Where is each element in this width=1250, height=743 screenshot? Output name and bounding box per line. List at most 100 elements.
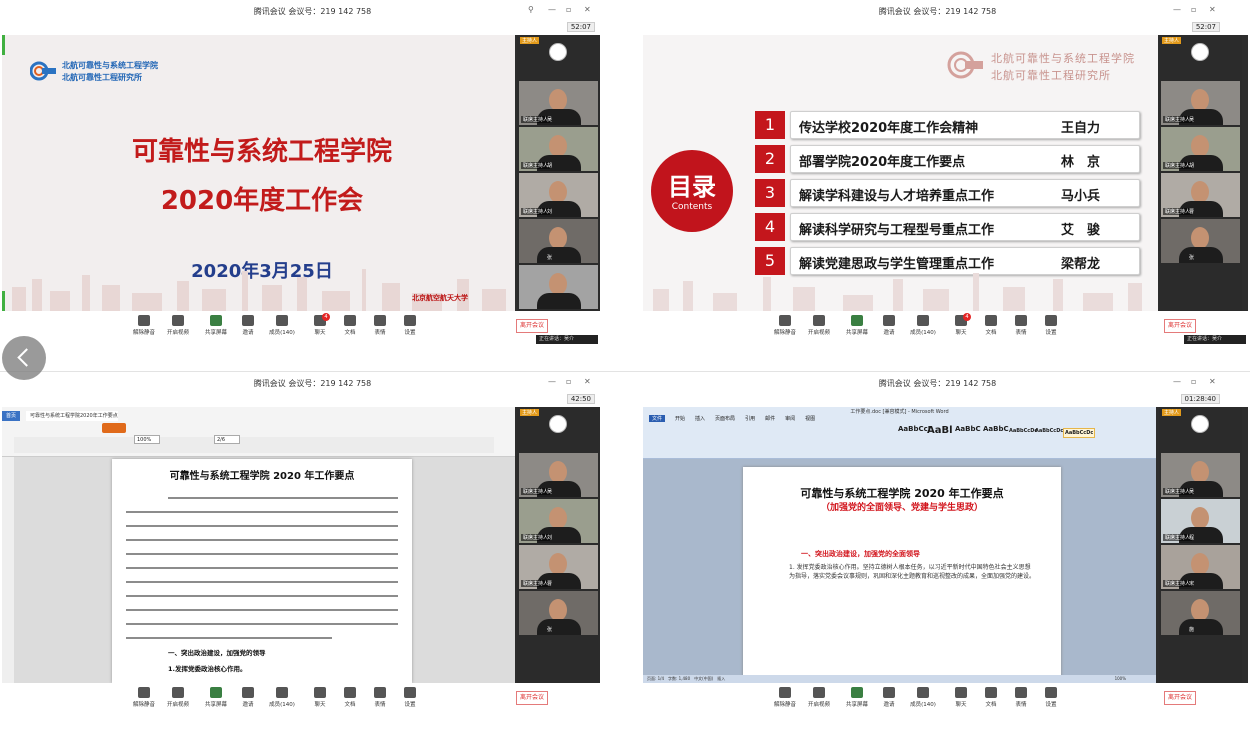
mute-button[interactable]: 解除静音 [769,315,801,336]
settings-button[interactable]: 设置 [394,687,426,708]
leave-meeting-button[interactable]: 离开会议 [516,319,548,333]
video-tile[interactable]: 联席主持人 吴 [1161,453,1240,497]
tab-pdf-document[interactable]: 可靠性与系统工程学院2020年工作要点.pdf [26,411,118,421]
video-button[interactable]: 开启视频 [162,687,194,708]
video-tile-avatar[interactable]: 主持人 [1161,35,1240,79]
style-emphasis[interactable]: AaBbCcDc [1035,428,1063,434]
invite-button[interactable]: 邀请 [873,687,905,708]
chat-button[interactable]: 聊天 [945,687,977,708]
invite-button[interactable]: 邀请 [232,687,264,708]
video-tile[interactable]: 联席主持人 吴 [519,453,598,497]
docs-button[interactable]: 文档 [975,687,1007,708]
video-tile[interactable]: 联席主持人 程 [1161,499,1240,543]
style-normal[interactable]: AaBbCcI [898,425,930,433]
share-screen-button[interactable]: 共享屏幕 [841,315,873,336]
meeting-title: 腾讯会议 会议号：219 142 758 [878,379,997,388]
maximize-icon[interactable]: ▫ [1191,5,1196,14]
share-screen-icon [851,315,863,326]
members-button[interactable]: 成员(140) [907,315,939,336]
invite-button[interactable]: 邀请 [232,315,264,336]
video-button[interactable]: 开启视频 [803,687,835,708]
video-tile[interactable]: 联席主持人 刘 [519,499,598,543]
gear-icon [404,687,416,698]
close-icon[interactable]: ✕ [1209,5,1216,14]
video-tile-avatar[interactable]: 主持人 [519,35,598,79]
video-tile[interactable]: 联席主持人 曹 [1161,173,1240,217]
style-selected[interactable]: AaBbCcDc [1063,428,1096,438]
maximize-icon[interactable]: ▫ [1191,377,1196,386]
docs-button[interactable]: 文档 [975,315,1007,336]
chat-button[interactable]: 4 聊天 [945,313,977,336]
video-button[interactable]: 开启视频 [162,315,194,336]
members-button[interactable]: 成员(140) [907,687,939,708]
invite-button[interactable]: 邀请 [873,315,905,336]
leave-meeting-button[interactable]: 离开会议 [1164,319,1196,333]
emoji-button[interactable]: 表情 [1005,315,1037,336]
chat-button[interactable]: 聊天 [304,687,336,708]
members-button[interactable]: 成员(140) [266,687,298,708]
settings-button[interactable]: 设置 [1035,687,1067,708]
minimize-icon[interactable]: — [1173,377,1181,386]
settings-button[interactable]: 设置 [394,315,426,336]
video-tile[interactable]: 施 [1161,591,1240,635]
video-tile[interactable]: 联席主持人 吴 [1161,81,1240,125]
mute-button[interactable]: 解除静音 [769,687,801,708]
style-heading2[interactable]: AaBbC [955,425,981,433]
tab-layout[interactable]: 页面布局 [715,415,735,422]
chat-button[interactable]: 4 聊天 [304,313,336,336]
video-tile[interactable]: 张 [519,591,598,635]
video-tile-avatar[interactable]: 主持人 [519,407,598,451]
tab-mailings[interactable]: 邮件 [765,415,775,422]
style-heading1[interactable]: AaBl [927,425,953,436]
video-button[interactable]: 开启视频 [803,315,835,336]
video-tile[interactable]: 联席主持人 胡 [1161,127,1240,171]
members-button[interactable]: 成员(140) [266,315,298,336]
video-tile[interactable]: 联席主持人 刘 [519,173,598,217]
pin-icon[interactable]: ⚲ [528,5,534,14]
previous-image-button[interactable] [2,336,46,380]
tab-file[interactable]: 文件 [649,415,666,422]
video-tile[interactable] [519,265,598,309]
minimize-icon[interactable]: — [548,377,556,386]
zoom-input[interactable]: 100% [134,435,160,444]
docs-button[interactable]: 文档 [334,315,366,336]
emoji-button[interactable]: 表情 [364,687,396,708]
tab-review[interactable]: 审阅 [785,415,795,422]
minimize-icon[interactable]: — [548,5,556,14]
tab-home[interactable]: 开始 [675,415,685,422]
maximize-icon[interactable]: ▫ [566,5,571,14]
participant-name: 施 [1189,627,1195,633]
video-tile[interactable]: 联席主持人 宋 [1161,545,1240,589]
video-tile[interactable]: 联席主持人 曹 [519,545,598,589]
docs-button[interactable]: 文档 [334,687,366,708]
video-tile[interactable]: 张 [519,219,598,263]
close-icon[interactable]: ✕ [584,377,591,386]
tab-home[interactable]: 首页 [2,411,21,421]
leave-meeting-button[interactable]: 离开会议 [1164,691,1196,705]
video-tile-avatar[interactable]: 主持人 [1161,407,1240,451]
style-title[interactable]: AaBbC [983,425,1009,433]
mute-button[interactable]: 解除静音 [128,315,160,336]
share-screen-button[interactable]: 共享屏幕 [200,315,232,336]
minimize-icon[interactable]: — [1173,5,1181,14]
close-icon[interactable]: ✕ [1209,377,1216,386]
pdf-toolbar: 首页 可靠性与系统工程学院2020年工作要点.pdf 100% 2/6 [2,407,515,457]
video-tile[interactable]: 联席主持人 吴 [519,81,598,125]
style-subtitle[interactable]: AaBbCcDc [1009,428,1037,434]
maximize-icon[interactable]: ▫ [566,377,571,386]
page-number-input[interactable]: 2/6 [214,435,240,444]
start-tab-button[interactable] [102,423,126,433]
mute-button[interactable]: 解除静音 [128,687,160,708]
close-icon[interactable]: ✕ [584,5,591,14]
emoji-button[interactable]: 表情 [364,315,396,336]
tab-view[interactable]: 视图 [805,415,815,422]
share-screen-button[interactable]: 共享屏幕 [200,687,232,708]
emoji-button[interactable]: 表情 [1005,687,1037,708]
tab-references[interactable]: 引用 [745,415,755,422]
video-tile[interactable]: 联席主持人 胡 [519,127,598,171]
tab-insert[interactable]: 插入 [695,415,705,422]
leave-meeting-button[interactable]: 离开会议 [516,691,548,705]
settings-button[interactable]: 设置 [1035,315,1067,336]
video-tile[interactable]: 张 [1161,219,1240,263]
share-screen-button[interactable]: 共享屏幕 [841,687,873,708]
